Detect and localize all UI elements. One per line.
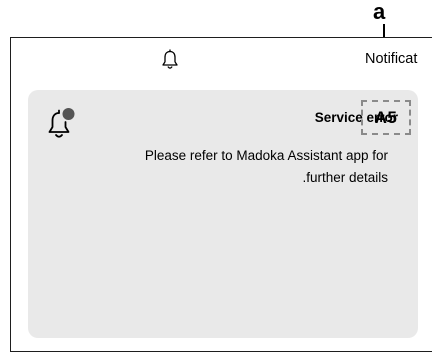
error-code: A5 — [361, 100, 411, 135]
bell-with-badge-icon — [45, 106, 79, 142]
notification-message: Please refer to Madoka Assistant app for… — [68, 145, 388, 189]
screen-title: Notificat — [365, 51, 418, 67]
message-line: .further details — [302, 170, 388, 185]
callout-label: a — [373, 0, 386, 24]
notification-card[interactable]: Service error A5 Please refer to Madoka … — [28, 90, 418, 338]
notification-screen: Notificat Service error A5 Please refer … — [10, 37, 432, 352]
bell-icon — [161, 49, 179, 71]
message-line: Please refer to Madoka Assistant app for — [144, 148, 388, 163]
